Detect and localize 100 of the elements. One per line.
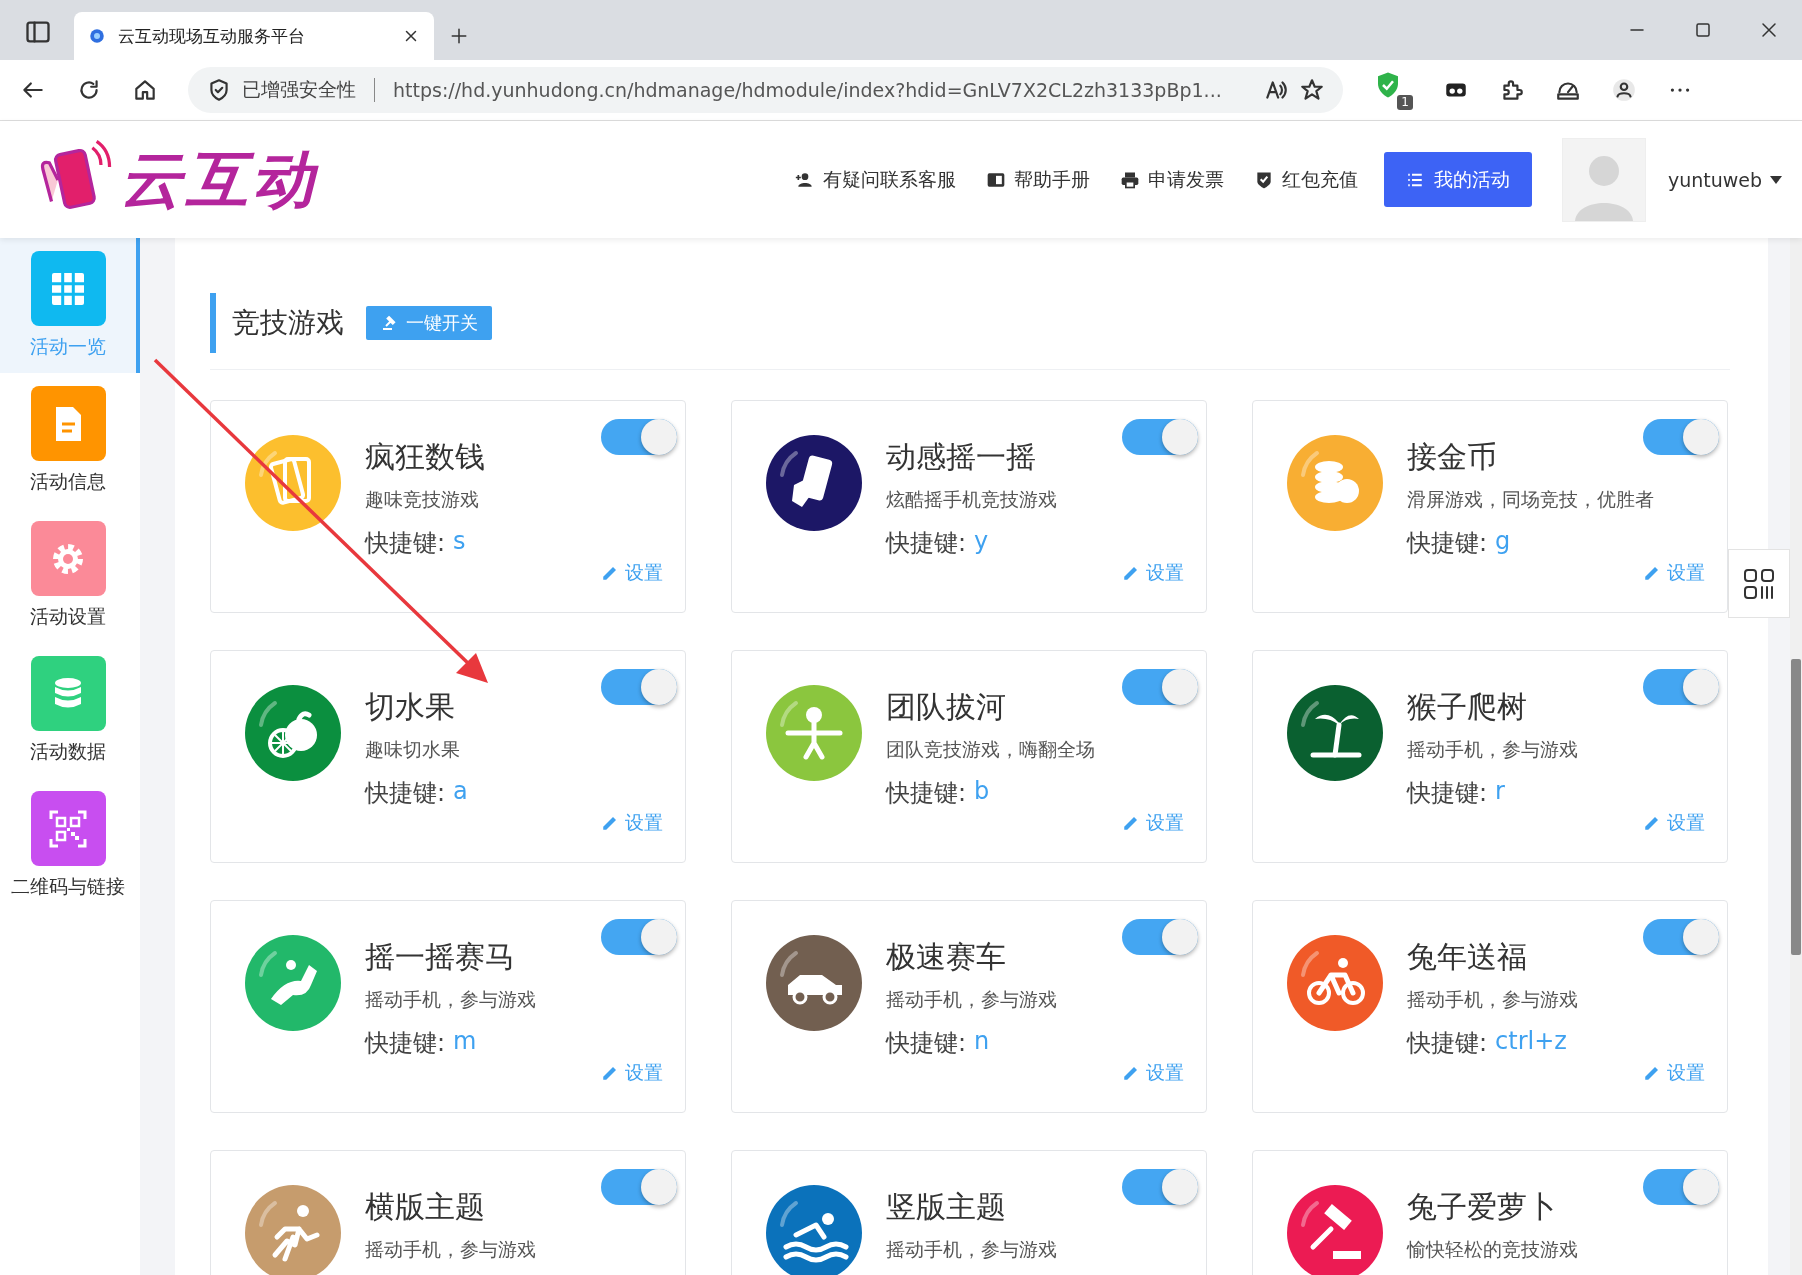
game-title: 切水果 xyxy=(365,688,456,726)
browser-tab[interactable]: 云互动现场互动服务平台 xyxy=(74,12,434,60)
game-description: 愉快轻松的竞技游戏 xyxy=(1407,1237,1578,1262)
hotkey-label: 快捷键: xyxy=(1407,778,1488,809)
hotkey-label: 快捷键: xyxy=(1407,528,1488,559)
hotkey-value: n xyxy=(974,1027,990,1057)
settings-link[interactable]: 设置 xyxy=(601,560,663,586)
pencil-icon xyxy=(1122,1064,1140,1082)
user-menu[interactable]: yuntuweb xyxy=(1667,168,1782,191)
header-link[interactable]: 申请发票 xyxy=(1119,166,1224,193)
url-text: https://hd.yunhudong.cn/hdmanage/hdmodule/index?hdid=GnLV7X2CL2zh3133pBp1... xyxy=(393,79,1223,101)
header-link[interactable]: 红包充值 xyxy=(1253,166,1358,193)
game-title: 团队拔河 xyxy=(886,688,1007,726)
hotkey-label: 快捷键: xyxy=(365,528,446,559)
game-title: 接金币 xyxy=(1407,438,1498,476)
settings-link[interactable]: 设置 xyxy=(601,810,663,836)
qr-icon xyxy=(48,808,88,849)
section-title: 竞技游戏 xyxy=(232,305,344,341)
settings-link[interactable]: 设置 xyxy=(1643,560,1705,586)
settings-link[interactable]: 设置 xyxy=(1122,1060,1184,1086)
my-activities-button[interactable]: 我的活动 xyxy=(1383,152,1532,207)
game-description: 摇动手机，参与游戏 xyxy=(886,1237,1057,1262)
hotkey-label: 快捷键: xyxy=(365,778,446,809)
pencil-icon xyxy=(601,814,619,832)
toggle-switch[interactable] xyxy=(1643,419,1719,455)
game-description: 摇动手机，参与游戏 xyxy=(886,987,1057,1012)
sidebar-item[interactable]: 活动设置 xyxy=(0,508,140,643)
settings-link[interactable]: 设置 xyxy=(601,1060,663,1086)
tab-title: 云互动现场互动服务平台 xyxy=(118,24,306,48)
hotkey-value: g xyxy=(1495,527,1511,557)
pencil-icon xyxy=(1643,814,1661,832)
sidebar-item[interactable]: 活动信息 xyxy=(0,373,140,508)
address-bar[interactable]: 已增强安全性 https://hd.yunhudong.cn/hdmanage/hdmodule/index?hdid=GnLV7X2CL2zh3133pBp1... xyxy=(188,67,1343,113)
settings-link[interactable]: 设置 xyxy=(1643,810,1705,836)
toggle-switch[interactable] xyxy=(601,669,677,705)
game-title: 猴子爬树 xyxy=(1407,688,1528,726)
header-link[interactable]: 帮助手册 xyxy=(985,166,1090,193)
floating-menu-button[interactable] xyxy=(1728,549,1790,618)
sidebar-item[interactable]: 活动数据 xyxy=(0,643,140,778)
game-title: 动感摇一摇 xyxy=(886,438,1037,476)
site-icon xyxy=(88,27,106,45)
game-description: 摇动手机，参与游戏 xyxy=(1407,987,1578,1012)
settings-link[interactable]: 设置 xyxy=(1122,810,1184,836)
game-description: 摇动手机，参与游戏 xyxy=(365,987,536,1012)
logo-text: 云互动 xyxy=(120,141,318,218)
hotkey-label: 快捷键: xyxy=(886,1028,967,1059)
game-description: 滑屏游戏，同场竞技，优胜者 xyxy=(1407,487,1654,512)
toggle-switch[interactable] xyxy=(1122,669,1198,705)
toggle-switch[interactable] xyxy=(601,1169,677,1205)
toggle-switch[interactable] xyxy=(1122,419,1198,455)
sidebar-item[interactable]: 活动一览 xyxy=(0,238,140,373)
favorite-add-icon[interactable] xyxy=(1299,77,1325,103)
hotkey-value: r xyxy=(1495,777,1505,807)
game-description: 炫酷摇手机竞技游戏 xyxy=(886,487,1057,512)
toggle-switch[interactable] xyxy=(601,419,677,455)
hotkey-value: m xyxy=(453,1027,477,1057)
apps-icon xyxy=(1742,566,1776,601)
pencil-icon xyxy=(1643,564,1661,582)
caret-icon xyxy=(1770,175,1782,184)
toggle-switch[interactable] xyxy=(1122,919,1198,955)
toggle-switch[interactable] xyxy=(1643,1169,1719,1205)
close-icon[interactable] xyxy=(1760,21,1778,39)
game-title: 兔年送福 xyxy=(1407,938,1528,976)
home-icon[interactable] xyxy=(132,77,158,103)
hammer-icon xyxy=(380,314,398,332)
pencil-icon xyxy=(1643,1064,1661,1082)
settings-link[interactable]: 设置 xyxy=(1643,1060,1705,1086)
profile-icon[interactable] xyxy=(1611,77,1637,103)
game-description: 趣味竞技游戏 xyxy=(365,487,480,512)
game-title: 摇一摇赛马 xyxy=(365,938,516,976)
toggle-switch[interactable] xyxy=(1122,1169,1198,1205)
game-description: 趣味切水果 xyxy=(365,737,461,762)
game-title: 横版主题 xyxy=(365,1188,486,1226)
hotkey-label: 快捷键: xyxy=(886,778,967,809)
maximize-icon[interactable] xyxy=(1694,21,1712,39)
toggle-switch[interactable] xyxy=(1643,919,1719,955)
extension-badge: 1 xyxy=(1397,95,1413,110)
header-link[interactable]: 有疑问联系客服 xyxy=(794,166,956,193)
pencil-icon xyxy=(1122,564,1140,582)
settings-link[interactable]: 设置 xyxy=(1122,560,1184,586)
toggle-switch[interactable] xyxy=(601,919,677,955)
game-description: 摇动手机，参与游戏 xyxy=(1407,737,1578,762)
hotkey-value: a xyxy=(453,777,468,807)
security-label: 已增强安全性 xyxy=(242,77,356,102)
scrollbar[interactable] xyxy=(1790,237,1802,1275)
hotkey-label: 快捷键: xyxy=(1407,1028,1488,1059)
pencil-icon xyxy=(1122,814,1140,832)
game-title: 竖版主题 xyxy=(886,1188,1007,1226)
hotkey-label: 快捷键: xyxy=(365,1028,446,1059)
hotkey-value: b xyxy=(974,777,990,807)
toggle-switch[interactable] xyxy=(1643,669,1719,705)
game-title: 极速赛车 xyxy=(886,938,1007,976)
new-tab-icon[interactable] xyxy=(450,27,468,45)
sidebar-item[interactable]: 二维码与链接 xyxy=(0,778,140,913)
hotkey-value: s xyxy=(453,527,466,557)
game-title: 兔子爱萝卜 xyxy=(1407,1188,1558,1226)
game-description: 团队竞技游戏，嗨翻全场 xyxy=(886,737,1095,762)
toggle-all-button[interactable]: 一键开关 xyxy=(366,306,492,340)
pencil-icon xyxy=(601,1064,619,1082)
hotkey-value: y xyxy=(974,527,989,557)
